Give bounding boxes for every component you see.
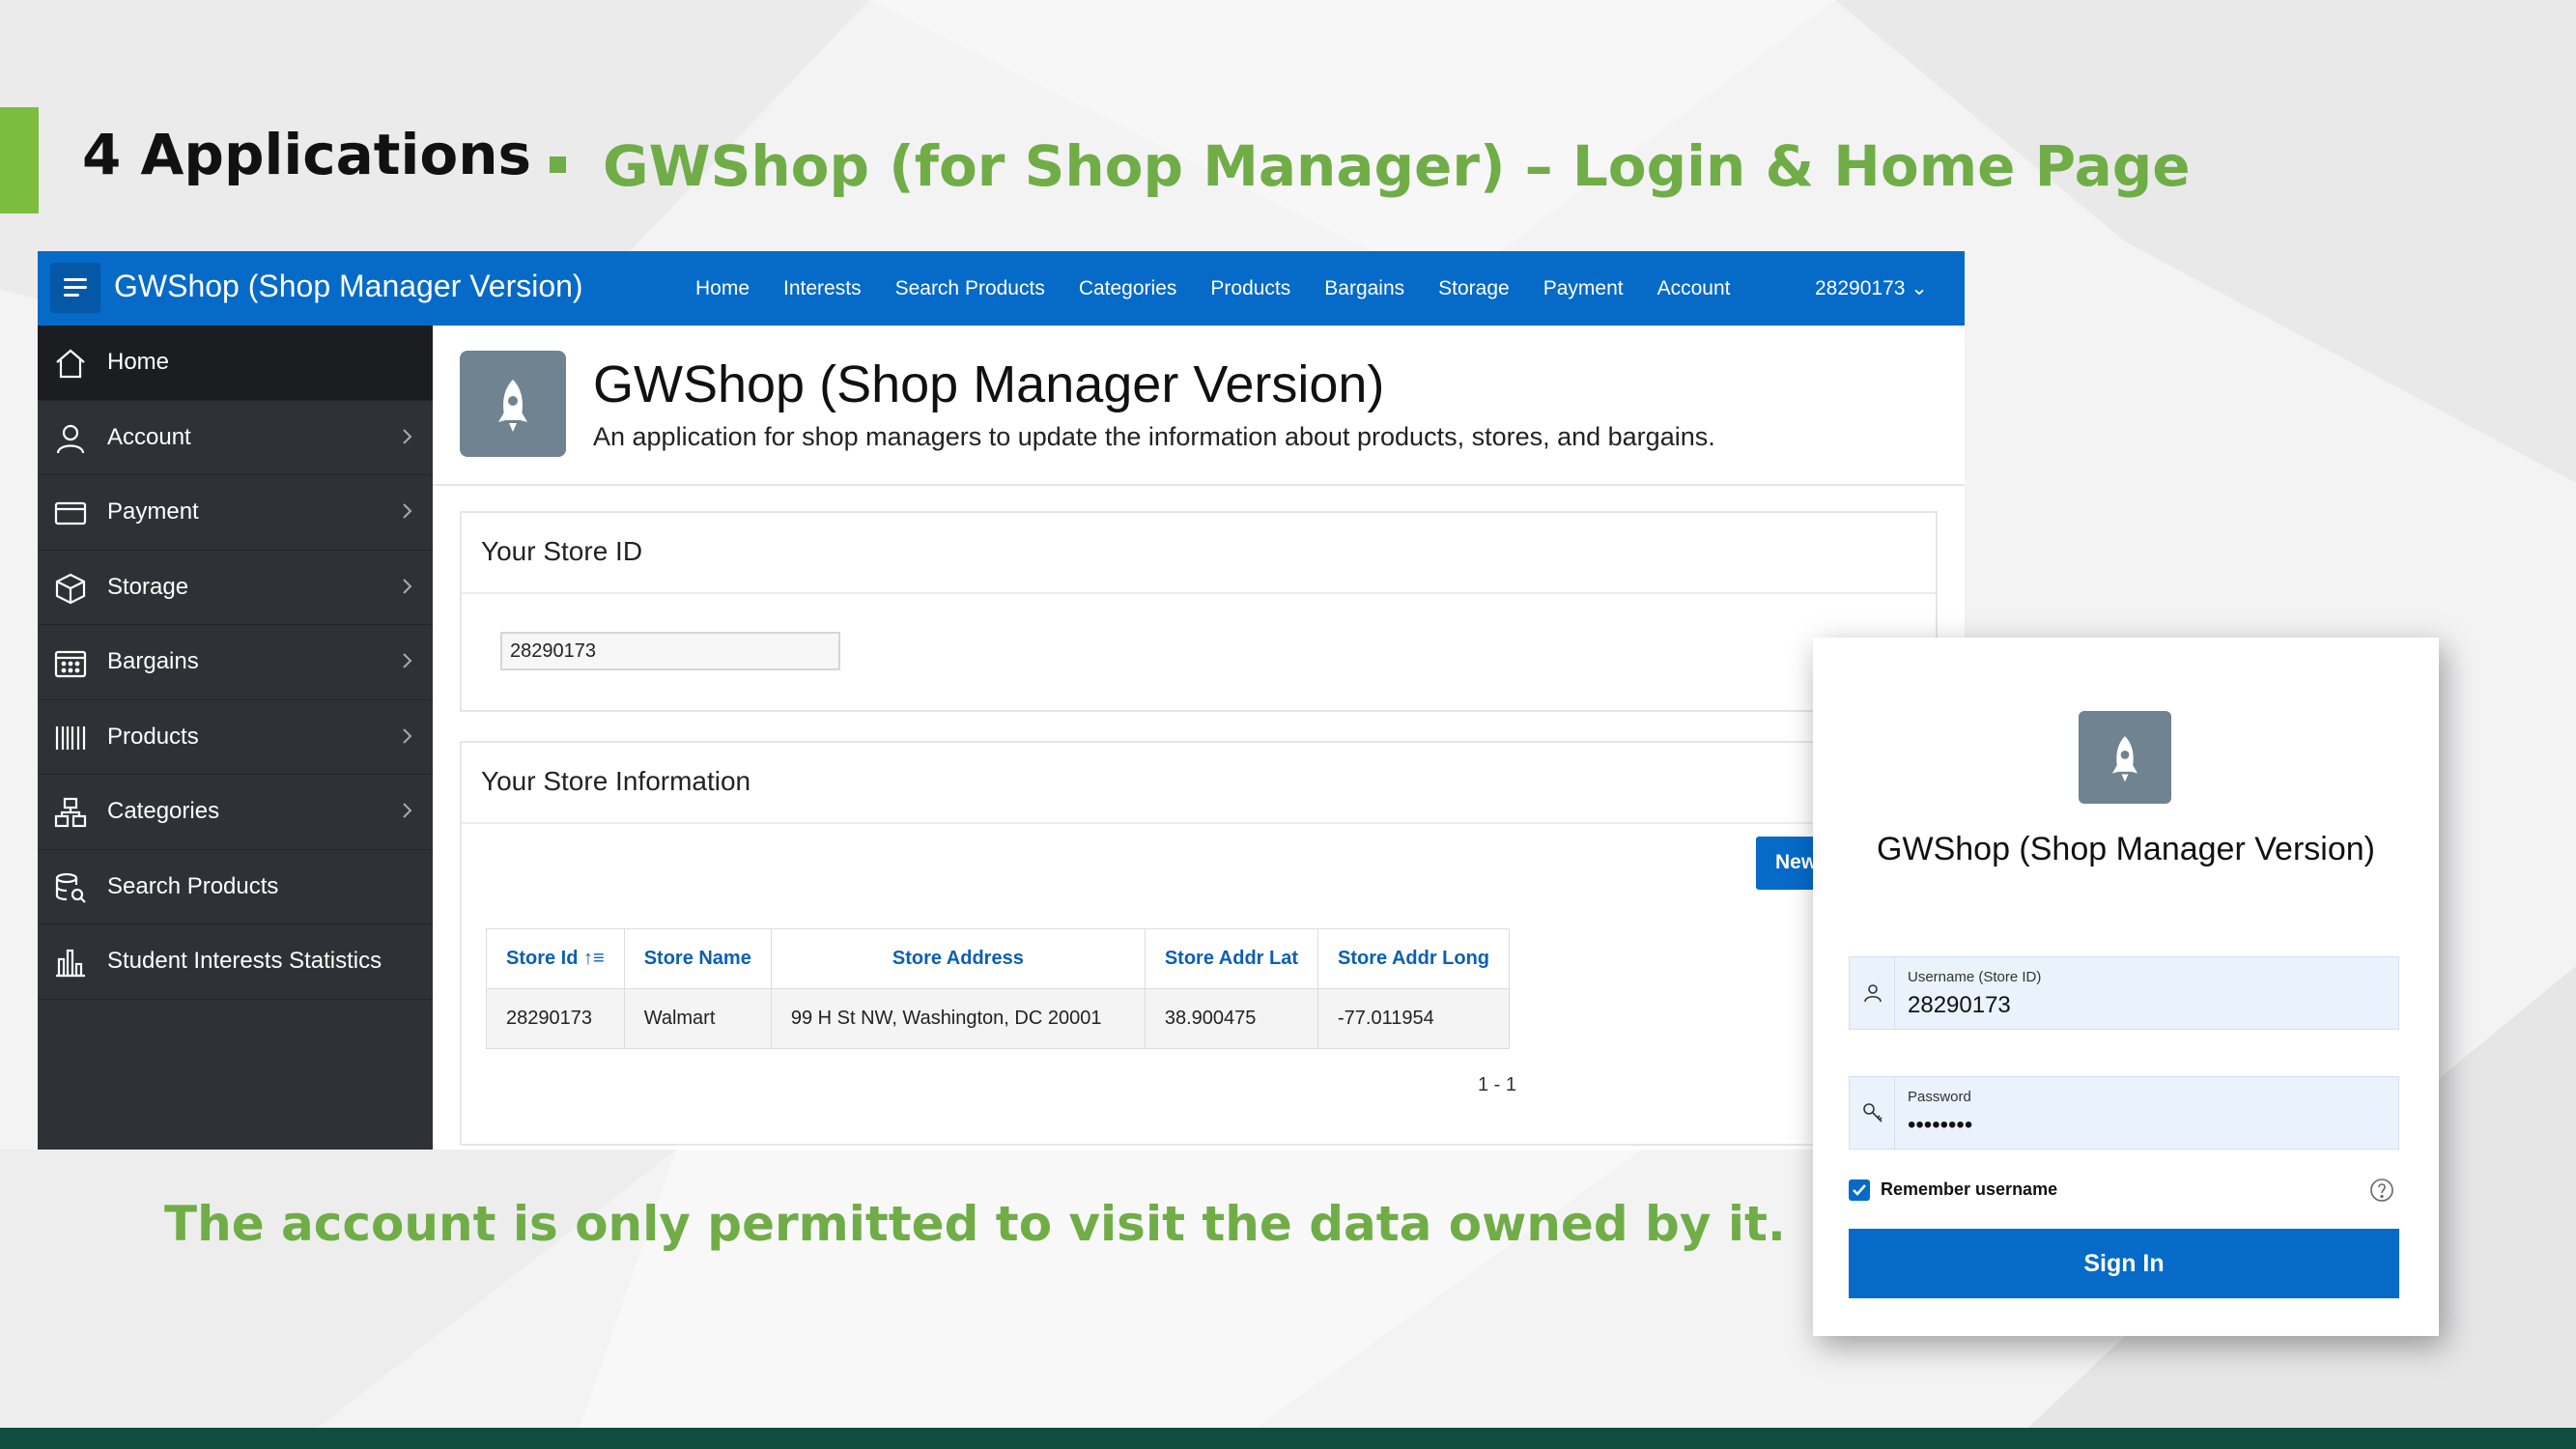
- sidebar-item-label: Categories: [107, 798, 220, 824]
- box-icon: [55, 573, 86, 604]
- nav-payment[interactable]: Payment: [1543, 277, 1624, 300]
- slide-title: 4 Applications: [82, 122, 532, 187]
- sidebar-item-label: Payment: [107, 498, 199, 525]
- slide-accent-bar: [0, 107, 39, 213]
- field-icon-box: [1850, 1077, 1895, 1149]
- check-icon: [1853, 1184, 1866, 1196]
- rocket-logo-icon: [2079, 711, 2171, 804]
- sidebar-item-products[interactable]: Products: [38, 700, 433, 775]
- sidebar-item-label: Account: [107, 423, 191, 450]
- chevron-right-icon: [403, 653, 412, 668]
- column-header-store-address[interactable]: Store Address: [770, 928, 1146, 989]
- sidebar-item-label: Storage: [107, 573, 189, 600]
- sidebar-item-label: Search Products: [107, 872, 279, 899]
- username-input[interactable]: [1908, 992, 2371, 1019]
- store-table: Store Id ↑≡ Store Name Store Address Sto…: [486, 928, 1511, 1049]
- sidebar-item-home[interactable]: Home: [38, 326, 433, 401]
- username-label: Username (Store ID): [1908, 969, 2042, 985]
- login-title: GWShop (Shop Manager Version): [1877, 831, 2375, 867]
- login-card: GWShop (Shop Manager Version) Username (…: [1813, 638, 2439, 1336]
- nav-storage[interactable]: Storage: [1438, 277, 1510, 300]
- table-cell: 38.900475: [1144, 988, 1319, 1049]
- bar-chart-icon: [56, 949, 85, 978]
- table-cell: Walmart: [623, 988, 772, 1049]
- password-field[interactable]: Password ••••••••: [1849, 1076, 2399, 1150]
- sidebar-item-categories[interactable]: Categories: [38, 775, 433, 850]
- sidebar-item-storage[interactable]: Storage: [38, 551, 433, 625]
- hamburger-menu-button[interactable]: [50, 263, 100, 313]
- nav-bargains[interactable]: Bargains: [1324, 277, 1404, 300]
- hero-banner: GWShop (Shop Manager Version) An applica…: [433, 326, 1965, 486]
- sidebar-item-student-interests-statistics[interactable]: Student Interests Statistics: [38, 924, 433, 1000]
- nav-categories[interactable]: Categories: [1079, 277, 1177, 300]
- bottom-band: [0, 1428, 2576, 1449]
- nav-products[interactable]: Products: [1210, 277, 1290, 300]
- store-id-field[interactable]: [500, 632, 840, 670]
- remember-username-label[interactable]: Remember username: [1881, 1179, 2057, 1200]
- rocket-logo-icon: [460, 351, 566, 457]
- key-icon: [1863, 1103, 1882, 1122]
- app-title[interactable]: GWShop (Shop Manager Version): [114, 269, 583, 304]
- nav-interests[interactable]: Interests: [783, 277, 862, 300]
- remember-username-checkbox[interactable]: [1849, 1179, 1870, 1201]
- region-title: Your Store ID: [481, 536, 643, 566]
- region-divider: [462, 822, 1936, 824]
- app-window: GWShop (Shop Manager Version) Home Inter…: [38, 251, 1965, 1150]
- sidebar-item-account[interactable]: Account: [38, 401, 433, 475]
- user-icon: [1864, 984, 1882, 1003]
- nav-search-products[interactable]: Search Products: [895, 277, 1045, 300]
- password-label: Password: [1908, 1089, 1971, 1105]
- table-cell: 99 H St NW, Washington, DC 20001: [770, 988, 1146, 1049]
- sidebar-item-label: Student Interests Statistics: [107, 948, 382, 974]
- chevron-right-icon: [403, 727, 412, 744]
- field-icon-box: [1850, 957, 1895, 1029]
- table-cell: -77.011954: [1316, 988, 1511, 1049]
- password-input[interactable]: ••••••••: [1908, 1112, 2371, 1139]
- chevron-right-icon: [403, 578, 412, 594]
- sidebar-item-search-products[interactable]: Search Products: [38, 850, 433, 924]
- help-icon[interactable]: [2369, 1178, 2394, 1203]
- table-cell: 28290173: [486, 988, 625, 1049]
- column-header-store-name[interactable]: Store Name: [623, 928, 772, 989]
- hierarchy-icon: [54, 797, 87, 828]
- slide-note: The account is only permitted to visit t…: [164, 1196, 1786, 1252]
- barcode-icon: [55, 725, 86, 750]
- column-header-store-id[interactable]: Store Id ↑≡: [486, 928, 625, 989]
- page-title: GWShop (Shop Manager Version): [593, 355, 1385, 413]
- chevron-right-icon: [403, 428, 412, 444]
- sidebar-item-bargains[interactable]: Bargains: [38, 625, 433, 700]
- pagination-range: 1 - 1: [1478, 1074, 1517, 1095]
- top-nav: Home Interests Search Products Categorie…: [695, 251, 1764, 326]
- credit-card-icon: [54, 501, 87, 526]
- sidebar: Home Account Payment Storage Bargains Pr…: [38, 326, 433, 1150]
- sidebar-item-label: Home: [107, 349, 170, 375]
- top-navigation-bar: GWShop (Shop Manager Version) Home Inter…: [38, 251, 1965, 326]
- home-icon: [56, 349, 85, 379]
- database-search-icon: [55, 872, 86, 903]
- main-content: GWShop (Shop Manager Version) An applica…: [433, 326, 1965, 1150]
- chevron-right-icon: [403, 803, 412, 818]
- user-icon: [56, 424, 85, 453]
- nav-home[interactable]: Home: [695, 277, 750, 300]
- store-information-region: Your Store Information New Store Id ↑≡ S…: [460, 741, 1938, 1146]
- region-title: Your Store Information: [481, 766, 751, 796]
- table-row: 28290173 Walmart 99 H St NW, Washington,…: [486, 988, 1511, 1049]
- sidebar-item-payment[interactable]: Payment: [38, 475, 433, 551]
- slide-subtitle: GWShop (for Shop Manager) – Login & Home…: [603, 133, 2191, 199]
- store-id-region: Your Store ID: [460, 511, 1938, 712]
- sidebar-item-label: Bargains: [107, 648, 199, 674]
- bullet-square-icon: [550, 156, 566, 173]
- sign-in-button[interactable]: Sign In: [1849, 1229, 2399, 1298]
- column-header-store-addr-lat[interactable]: Store Addr Lat: [1144, 928, 1319, 989]
- sidebar-item-label: Products: [107, 723, 199, 750]
- user-menu-button[interactable]: 28290173 ⌄: [1815, 276, 1928, 300]
- username-field[interactable]: Username (Store ID): [1849, 956, 2399, 1030]
- nav-account[interactable]: Account: [1657, 277, 1731, 300]
- calendar-icon: [54, 650, 87, 678]
- region-divider: [462, 592, 1936, 594]
- column-header-store-addr-long[interactable]: Store Addr Long: [1316, 928, 1511, 989]
- page-description: An application for shop managers to upda…: [593, 422, 1715, 451]
- chevron-right-icon: [403, 503, 412, 519]
